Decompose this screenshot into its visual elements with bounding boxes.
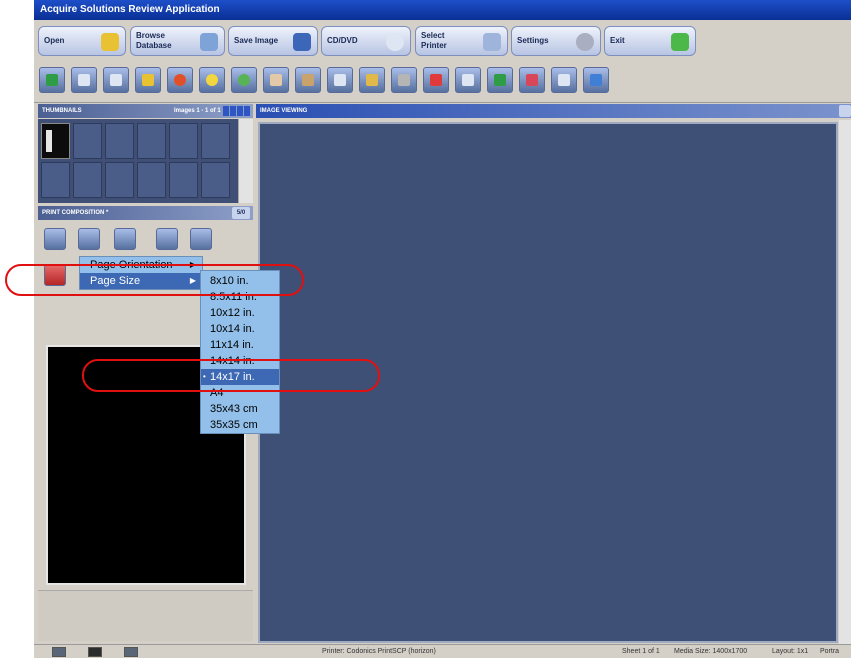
status-layout: Layout: 1x1 — [772, 648, 809, 655]
thumbnail-slot[interactable] — [105, 162, 134, 198]
exit-label: Exit — [610, 36, 625, 45]
hand-icon[interactable] — [263, 67, 289, 93]
thumbnail-slot[interactable] — [105, 123, 134, 159]
brightness-icon[interactable] — [199, 67, 225, 93]
layout-icon[interactable] — [39, 67, 65, 93]
open-button-label: Open — [44, 36, 65, 45]
thumbnails-header: THUMBNAILS Images 1 - 1 of 1 — [38, 104, 253, 118]
annotation-oval-page-size — [5, 264, 304, 296]
print-composition-header: PRINT COMPOSITION * 5/0 — [38, 206, 253, 220]
thumbnail-slot[interactable] — [169, 162, 198, 198]
print-panel-footer — [38, 590, 253, 641]
main-toolbar: Open Browse Database Save Image CD/DVD S… — [34, 20, 851, 62]
thumbnail-slot[interactable] — [73, 162, 102, 198]
page-size-option[interactable]: 10x14 in. — [201, 321, 279, 337]
status-printer: Printer: Codonics PrintSCP (horizon) — [322, 648, 436, 655]
text-icon[interactable] — [455, 67, 481, 93]
status-bar: Printer: Codonics PrintSCP (horizon) She… — [34, 644, 851, 658]
angle-icon[interactable] — [423, 67, 449, 93]
page-icon[interactable] — [78, 228, 100, 250]
sheet-icon[interactable] — [190, 228, 212, 250]
grid4-icon[interactable] — [103, 67, 129, 93]
exit-button[interactable]: Exit — [604, 26, 696, 56]
settings-button[interactable]: Settings — [511, 26, 601, 56]
thumbnail-slot[interactable] — [137, 123, 166, 159]
viewer-button[interactable] — [839, 105, 851, 117]
ruler-icon[interactable] — [391, 67, 417, 93]
invert-icon[interactable] — [519, 67, 545, 93]
cd-dvd-label: CD/DVD — [327, 36, 358, 45]
image-viewing-title: IMAGE VIEWING — [260, 108, 308, 114]
title-bar: Acquire Solutions Review Application — [34, 0, 851, 20]
settings-label: Settings — [517, 36, 549, 45]
thumbnail-slot[interactable] — [201, 162, 230, 198]
select-printer-label: Select Printer — [421, 31, 447, 50]
gear-icon — [576, 33, 594, 51]
thumbnails-scrollbar[interactable] — [238, 119, 253, 203]
flip-icon[interactable] — [487, 67, 513, 93]
print-composition-title: PRINT COMPOSITION * — [42, 210, 109, 216]
chart-icon[interactable] — [135, 67, 161, 93]
undo-icon[interactable] — [583, 67, 609, 93]
zoom-icon[interactable] — [231, 67, 257, 93]
status-film-icon[interactable] — [124, 647, 138, 657]
rotate-icon[interactable] — [167, 67, 193, 93]
print-icon[interactable] — [44, 228, 66, 250]
cd-icon — [386, 33, 404, 51]
status-media-size: Media Size: 1400x1700 — [674, 648, 748, 655]
page-size-option[interactable]: 35x43 cm — [201, 401, 279, 417]
save-image-button[interactable]: Save Image — [228, 26, 318, 56]
page-size-option[interactable]: 35x35 cm — [201, 417, 279, 433]
annotation-oval-14x17 — [82, 359, 380, 392]
viewer-scrollbar[interactable] — [839, 120, 851, 644]
page-size-option[interactable]: 11x14 in. — [201, 337, 279, 353]
status-grid-icon[interactable] — [52, 647, 66, 657]
thumbnail-slot[interactable] — [41, 162, 70, 198]
database-icon — [200, 33, 218, 51]
browse-database-label: Browse Database — [136, 31, 172, 50]
icon-toolbar — [34, 62, 851, 103]
thumbnails-title: THUMBNAILS — [42, 108, 82, 114]
folder-icon — [101, 33, 119, 51]
open-button[interactable]: Open — [38, 26, 126, 56]
monitor-icon[interactable] — [327, 67, 353, 93]
person-icon[interactable] — [295, 67, 321, 93]
thumbnail-slot[interactable] — [169, 123, 198, 159]
status-orientation: Portra — [820, 648, 840, 655]
thumbnail-slot[interactable] — [73, 123, 102, 159]
print-count-button[interactable]: 5/0 — [232, 207, 250, 219]
browse-database-button[interactable]: Browse Database — [130, 26, 225, 56]
thumbnail-grid — [38, 119, 238, 203]
paste-icon[interactable] — [156, 228, 178, 250]
thumbnails-count: Images 1 - 1 of 1 — [174, 108, 221, 114]
cd-dvd-button[interactable]: CD/DVD — [321, 26, 411, 56]
crop-icon[interactable] — [551, 67, 577, 93]
status-sheet: Sheet 1 of 1 — [622, 648, 660, 655]
thumbnail-image[interactable] — [41, 123, 70, 159]
page-size-option[interactable]: 10x12 in. — [201, 305, 279, 321]
printer-icon — [483, 33, 501, 51]
exit-arrow-icon — [671, 33, 689, 51]
image-viewing-header: IMAGE VIEWING — [256, 104, 851, 118]
thumbnail-slot[interactable] — [201, 123, 230, 159]
select-printer-button[interactable]: Select Printer — [415, 26, 508, 56]
save-image-label: Save Image — [234, 36, 279, 45]
measure-icon[interactable] — [359, 67, 385, 93]
grid-icon[interactable] — [71, 67, 97, 93]
application-window: Acquire Solutions Review Application Ope… — [34, 0, 851, 658]
thumbnail-slot[interactable] — [137, 162, 166, 198]
disk-icon — [293, 33, 311, 51]
copy-icon[interactable] — [114, 228, 136, 250]
status-monitor-icon[interactable] — [88, 647, 102, 657]
